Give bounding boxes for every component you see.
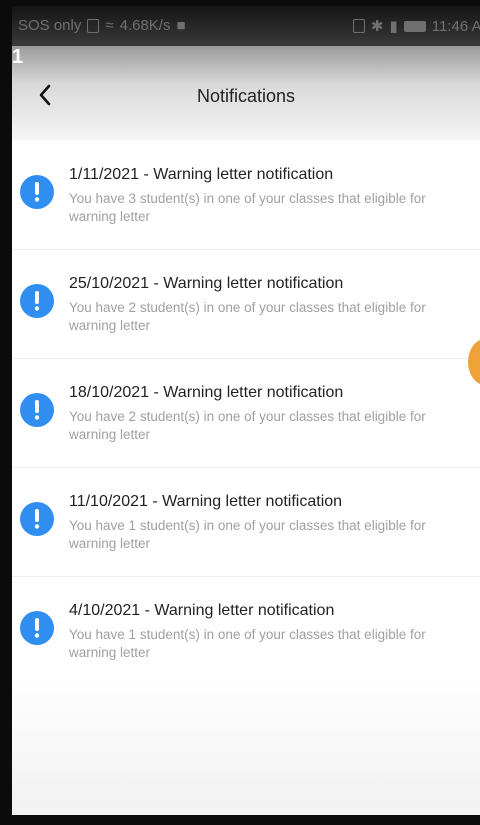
notification-item[interactable]: 11/10/2021 - Warning letter notification… bbox=[12, 468, 480, 577]
phone-screen: SOS only ≈ 4.68K/s ■ ✱ ▮ 11:46 AM Notifi… bbox=[12, 6, 480, 815]
alert-icon bbox=[20, 611, 54, 645]
notification-title: 1/11/2021 - Warning letter notification bbox=[69, 166, 334, 183]
alert-icon bbox=[20, 502, 54, 536]
status-bar-left: SOS only ≈ 4.68K/s ■ bbox=[18, 17, 186, 34]
app-header: Notifications bbox=[12, 46, 480, 141]
nfc-icon bbox=[352, 19, 365, 33]
wifi-icon: ≈ bbox=[105, 17, 114, 34]
notification-item[interactable]: 25/10/2021 - Warning letter notification… bbox=[12, 250, 480, 359]
carrier-text: SOS only bbox=[18, 17, 82, 34]
corner-mark: 1 bbox=[12, 46, 24, 68]
notification-item[interactable]: 4/10/2021 - Warning letter notification … bbox=[12, 577, 480, 685]
notification-title: 25/10/2021 - Warning letter notification bbox=[69, 275, 344, 292]
notification-description: You have 3 student(s) in one of your cla… bbox=[69, 191, 426, 224]
notification-description: You have 2 student(s) in one of your cla… bbox=[69, 300, 426, 333]
notification-title: 4/10/2021 - Warning letter notification bbox=[69, 602, 335, 619]
video-icon: ■ bbox=[176, 17, 186, 34]
frame-border-bottom bbox=[0, 815, 480, 825]
vibrate-icon: ▮ bbox=[389, 18, 398, 35]
app-frame: SOS only ≈ 4.68K/s ■ ✱ ▮ 11:46 AM Notifi… bbox=[0, 0, 480, 825]
status-bar-right: ✱ ▮ 11:46 AM bbox=[352, 17, 480, 35]
notification-description: You have 1 student(s) in one of your cla… bbox=[69, 627, 426, 660]
notification-description: You have 1 student(s) in one of your cla… bbox=[69, 518, 426, 551]
notification-list: 1/11/2021 - Warning letter notification … bbox=[12, 141, 480, 685]
notification-title: 11/10/2021 - Warning letter notification bbox=[69, 493, 343, 510]
notification-title: 18/10/2021 - Warning letter notification bbox=[69, 384, 344, 401]
bottom-fade bbox=[12, 675, 480, 815]
battery-icon bbox=[403, 20, 426, 32]
alert-icon bbox=[20, 284, 54, 318]
bluetooth-icon: ✱ bbox=[370, 18, 384, 35]
alert-icon bbox=[20, 393, 54, 427]
network-speed: 4.68K/s bbox=[119, 17, 171, 34]
status-bar: SOS only ≈ 4.68K/s ■ ✱ ▮ 11:46 AM bbox=[12, 6, 480, 46]
notification-item[interactable]: 1/11/2021 - Warning letter notification … bbox=[12, 141, 480, 250]
sim-icon bbox=[87, 18, 100, 33]
clock: 11:46 AM bbox=[431, 17, 480, 35]
notification-description: You have 2 student(s) in one of your cla… bbox=[69, 409, 426, 442]
notification-item[interactable]: 18/10/2021 - Warning letter notification… bbox=[12, 359, 480, 468]
page-title: Notifications bbox=[196, 86, 296, 106]
alert-icon bbox=[20, 175, 54, 209]
frame-border-left bbox=[0, 0, 12, 825]
